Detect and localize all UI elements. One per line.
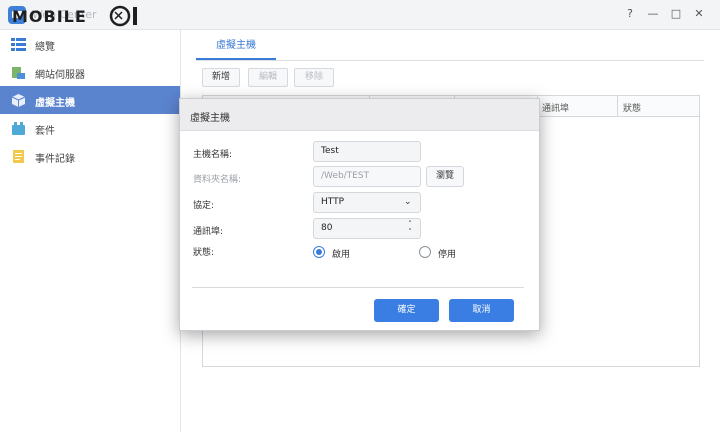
column-separator xyxy=(617,96,618,117)
port-value: 80 xyxy=(321,223,333,233)
browse-button[interactable]: 瀏覽 xyxy=(426,166,464,187)
hostname-value: Test xyxy=(321,146,339,156)
close-button[interactable]: ✕ xyxy=(692,7,706,21)
package-icon xyxy=(12,122,25,135)
status-enable-radio[interactable] xyxy=(313,246,325,258)
dialog-divider xyxy=(192,287,524,288)
edit-button[interactable]: 編輯 xyxy=(248,68,288,87)
minimize-button[interactable]: — xyxy=(646,7,660,21)
stepper-arrows-icon[interactable]: ˄ ˅ xyxy=(405,220,415,236)
hostname-input[interactable]: Test xyxy=(313,141,421,162)
status-label: 狀態: xyxy=(193,248,215,258)
port-label: 通訊埠: xyxy=(193,227,224,237)
status-disable-radio[interactable] xyxy=(419,246,431,258)
folder-label: 資料夾名稱: xyxy=(193,175,242,185)
status-disable-label: 停用 xyxy=(438,250,457,260)
sidebar-item-overview[interactable]: 總覽 xyxy=(0,30,180,58)
sidebar: 總覽 網站伺服器 虛擬主機 套件 事件記錄 xyxy=(0,30,181,432)
create-button[interactable]: 新增 xyxy=(202,68,240,87)
sidebar-item-label: 網站伺服器 xyxy=(35,70,85,81)
column-header-status[interactable]: 狀態 xyxy=(623,101,641,114)
sidebar-item-event-log[interactable]: 事件記錄 xyxy=(0,142,180,170)
status-enable-label: 啟用 xyxy=(332,250,351,260)
log-icon xyxy=(13,150,24,163)
virtual-host-icon xyxy=(11,94,26,107)
column-header-port[interactable]: 通訊埠 xyxy=(542,101,569,114)
svg-text:MOBILE: MOBILE xyxy=(12,7,87,26)
help-button[interactable]: ? xyxy=(623,7,637,21)
tab-divider xyxy=(196,60,704,61)
folder-input: /Web/TEST xyxy=(313,166,421,187)
mobile01-logo-icon: MOBILE xyxy=(12,5,137,27)
remove-button[interactable]: 移除 xyxy=(294,68,334,87)
sidebar-item-virtual-host[interactable]: 虛擬主機 xyxy=(0,86,180,114)
cancel-button[interactable]: 取消 xyxy=(449,299,514,322)
sidebar-item-label: 虛擬主機 xyxy=(35,98,75,109)
protocol-select[interactable]: HTTP ⌄ xyxy=(313,192,421,213)
sidebar-item-packages[interactable]: 套件 xyxy=(0,114,180,142)
folder-value: /Web/TEST xyxy=(321,171,370,181)
hostname-label: 主機名稱: xyxy=(193,150,233,160)
tab-virtual-host[interactable]: 虛擬主機 xyxy=(196,32,276,60)
dialog-title: 虛擬主機 xyxy=(190,113,230,124)
sidebar-item-web-server[interactable]: 網站伺服器 xyxy=(0,58,180,86)
watermark-logo: MOBILE xyxy=(12,4,146,32)
port-stepper[interactable]: 80 ˄ ˅ xyxy=(313,218,421,239)
ok-button[interactable]: 確定 xyxy=(374,299,439,322)
web-server-icon xyxy=(12,67,25,79)
sidebar-item-label: 事件記錄 xyxy=(35,154,75,165)
dialog-header: 虛擬主機 xyxy=(180,99,539,131)
protocol-label: 協定: xyxy=(193,201,215,211)
chevron-down-icon: ⌄ xyxy=(404,197,412,207)
protocol-value: HTTP xyxy=(321,197,345,207)
overview-icon xyxy=(11,38,26,51)
virtual-host-dialog: 虛擬主機 主機名稱: Test 資料夾名稱: /Web/TEST 瀏覽 協定: … xyxy=(179,98,540,331)
sidebar-item-label: 套件 xyxy=(35,126,55,137)
sidebar-item-label: 總覽 xyxy=(35,42,55,53)
title-bar: Web Center MOBILE ? — □ ✕ xyxy=(0,0,720,30)
maximize-button[interactable]: □ xyxy=(669,7,683,21)
